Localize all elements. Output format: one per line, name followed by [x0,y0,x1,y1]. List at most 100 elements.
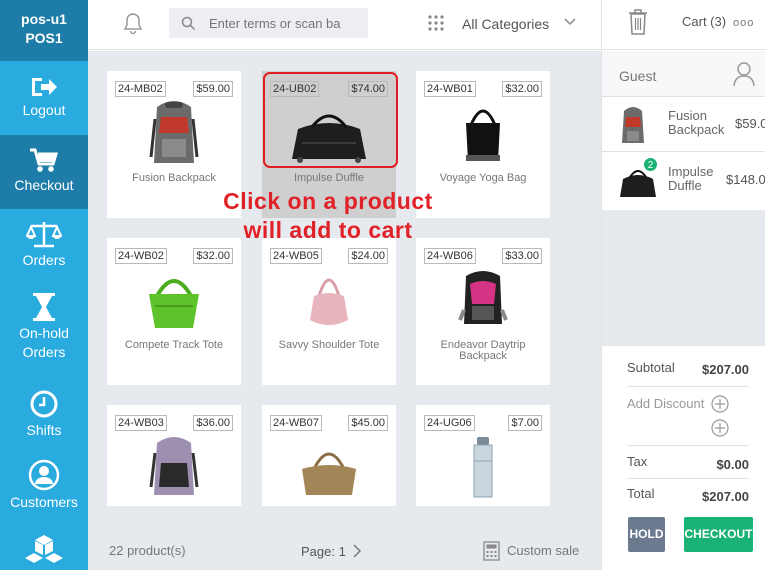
user-icon[interactable] [732,61,756,87]
product-card[interactable]: 24-WB05 $24.00 Savvy Shoulder Tote [262,238,396,385]
backpack-icon [458,271,508,324]
product-card[interactable]: 24-WB03 $36.00 [107,405,241,506]
checkout-button[interactable]: CHECKOUT [684,517,753,552]
more-options-button[interactable]: ooo [733,17,754,29]
nav-customers-label: Customers [10,494,78,510]
callout-line-1: Click on a product [223,188,433,214]
product-sku: 24-WB01 [424,81,476,97]
product-name: Impulse Duffle [293,172,365,184]
boxes-icon [25,535,63,563]
sidebar: pos-u1 POS1 Logout Checkout Orders On-ho… [0,0,88,570]
add-discount-label[interactable]: Add Discount [627,396,704,411]
search-input[interactable] [209,13,361,33]
terminal-name: POS1 [25,30,63,46]
cart-item[interactable]: 2 Impulse Duffle $148.0 [602,153,765,208]
backpack-icon [149,437,199,495]
product-card[interactable]: 24-WB06 $33.00 Endeavor Daytrip Backpack [416,238,550,385]
product-sku: 24-WB06 [424,248,476,264]
callout-line-2: will add to cart [243,217,413,243]
top-bar: All Categories [88,0,601,50]
nav-shifts[interactable]: Shifts [0,385,88,455]
cart-header: Cart (3) ooo [602,0,765,50]
cart-item[interactable]: Fusion Backpack $59.0 [602,97,765,152]
cart-title: Cart (3) [682,14,727,29]
product-price: $32.00 [502,81,542,97]
product-name: Fusion Backpack [132,172,216,184]
logout-icon [32,78,57,96]
scale-icon [26,222,62,248]
tote-icon [149,279,199,328]
bell-icon[interactable] [122,12,144,34]
product-sku: 24-WB05 [270,248,322,264]
product-price: $32.00 [193,248,233,264]
search-box[interactable] [169,8,368,38]
nav-orders[interactable]: Orders [0,209,88,283]
plus-circle-icon[interactable] [711,419,729,437]
product-sku: 24-UG06 [424,415,475,431]
trash-icon[interactable] [628,9,648,35]
nav-on-hold-label: On-hold Orders [19,325,69,360]
cart-empty-space [602,210,765,346]
product-count: 22 product(s) [109,543,186,558]
product-price: $7.00 [508,415,542,431]
hold-button[interactable]: HOLD [628,517,665,552]
tax-label: Tax [627,454,648,469]
customer-row[interactable]: Guest [602,51,765,97]
nav-logout[interactable]: Logout [0,61,88,135]
product-name: Compete Track Tote [124,339,224,351]
hourglass-icon [33,293,55,321]
product-price: $45.00 [348,415,388,431]
product-name: Voyage Yoga Bag [439,172,527,184]
subtotal-label: Subtotal [627,360,675,375]
product-sku: 24-WB07 [270,415,322,431]
product-sku: 24-WB03 [115,415,167,431]
chevron-right-icon[interactable] [352,544,362,558]
tote-icon [466,109,500,161]
product-price: $59.00 [193,81,233,97]
product-card[interactable]: 24-WB02 $32.00 Compete Track Tote [107,238,241,385]
product-price: $36.00 [193,415,233,431]
handbag-icon [302,452,356,495]
cart-item-name: Fusion Backpack [668,108,725,137]
nav-products[interactable] [0,530,88,570]
divider [627,478,749,479]
cart-totals: Subtotal $207.00 Add Discount Tax $0.00 … [602,346,765,570]
divider [627,445,749,446]
product-sku: 24-MB02 [115,81,166,97]
cart-panel: Cart (3) ooo Guest Fusion Backpack $59.0… [601,0,765,570]
cart-item-name: Impulse Duffle [668,164,714,193]
shoulder-bag-icon [310,278,348,325]
plus-circle-icon[interactable] [711,395,729,413]
nav-customers[interactable]: Customers [0,455,88,530]
nav-checkout[interactable]: Checkout [0,135,88,209]
user-icon [28,459,60,491]
user-name: pos-u1 [21,11,67,27]
total-label: Total [627,486,655,501]
nav-checkout-label: Checkout [14,177,74,193]
nav-logout-label: Logout [22,102,66,118]
nav-orders-label: Orders [22,252,66,268]
cart-item-price: $148.0 [726,172,765,187]
product-name: Endeavor Daytrip Backpack [440,339,526,362]
grid-icon[interactable] [427,14,445,32]
nav-on-hold-orders[interactable]: On-hold Orders [0,283,88,385]
backpack-icon [149,101,199,163]
total-value: $207.00 [702,489,749,504]
bottle-icon [473,437,493,498]
cart-icon [30,148,59,172]
product-card[interactable]: 24-UG06 $7.00 [416,405,550,506]
selected-product-highlight [263,72,398,168]
custom-sale-button[interactable]: Custom sale [507,543,579,558]
category-select[interactable]: All Categories [462,16,549,32]
chevron-down-icon[interactable] [564,17,576,27]
divider [627,386,749,387]
cart-item-price: $59.0 [735,116,765,131]
nav-shifts-label: Shifts [26,422,62,438]
instruction-callout: Click on a product will add to cart [190,187,466,245]
calculator-icon[interactable] [483,541,500,561]
product-card[interactable]: 24-WB07 $45.00 [262,405,396,506]
search-icon [181,16,196,31]
product-price: $24.00 [348,248,388,264]
page-indicator: Page: 1 [301,544,346,559]
clock-icon [30,390,58,418]
